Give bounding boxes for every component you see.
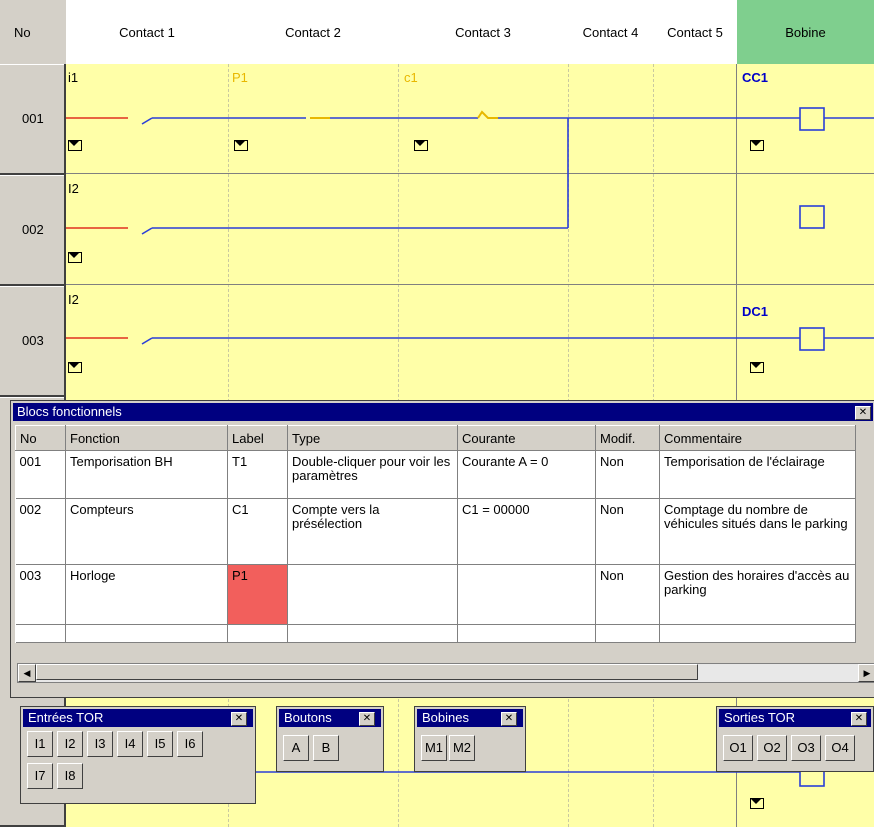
- col-header-modif[interactable]: Modif.: [595, 425, 660, 451]
- button-b[interactable]: B: [313, 735, 339, 761]
- output-button-o1[interactable]: O1: [723, 735, 753, 761]
- table-row[interactable]: 002 Compteurs C1 Compte vers la présélec…: [15, 498, 856, 565]
- col-header-fonction[interactable]: Fonction: [65, 425, 228, 451]
- col-header-type[interactable]: Type: [287, 425, 458, 451]
- row-number[interactable]: 002: [0, 175, 66, 286]
- header-coil[interactable]: Bobine: [737, 0, 874, 65]
- cell-fonction: Compteurs: [65, 498, 228, 565]
- cell-courante: [457, 564, 596, 625]
- toolbar-boutons: Boutons ✕ A B: [276, 706, 384, 772]
- cell-fonction: Horloge: [65, 564, 228, 625]
- cell-no: 002: [15, 498, 66, 565]
- cell-no: 001: [15, 450, 66, 499]
- close-icon[interactable]: ✕: [851, 712, 867, 726]
- cell-commentaire[interactable]: Temporisation de l'éclairage: [659, 450, 856, 499]
- scroll-thumb[interactable]: [36, 664, 698, 680]
- input-button-i8[interactable]: I8: [57, 763, 83, 789]
- toolbar-bobines: Bobines ✕ M1 M2: [414, 706, 526, 772]
- input-button-i4[interactable]: I4: [117, 731, 143, 757]
- cell-modif: Non: [595, 498, 660, 565]
- cell-modif: Non: [595, 564, 660, 625]
- cell-modif: Non: [595, 450, 660, 499]
- output-button-o3[interactable]: O3: [791, 735, 821, 761]
- cell-label[interactable]: T1: [227, 450, 288, 499]
- table-header-row: No Fonction Label Type Courante Modif. C…: [15, 425, 856, 451]
- table-row[interactable]: 001 Temporisation BH T1 Double-cliquer p…: [15, 450, 856, 499]
- col-header-label[interactable]: Label: [227, 425, 288, 451]
- cell-courante: Courante A = 0: [457, 450, 596, 499]
- toolbar-title: Sorties TOR: [719, 709, 871, 727]
- col-header-no[interactable]: No: [15, 425, 66, 451]
- toolbar-title: Entrées TOR: [23, 709, 253, 727]
- toolbar-sorties-tor: Sorties TOR ✕ O1 O2 O3 O4: [716, 706, 874, 772]
- header-contact-2[interactable]: Contact 2: [228, 0, 399, 65]
- cell-type[interactable]: Compte vers la présélection: [287, 498, 458, 565]
- table-row[interactable]: 003 Horloge P1 Non Gestion des horaires …: [15, 564, 856, 625]
- toolbar-entrees-tor: Entrées TOR ✕ I1 I2 I3 I4 I5 I6 I7 I8: [20, 706, 256, 804]
- cell-type[interactable]: Double-cliquer pour voir les paramètres: [287, 450, 458, 499]
- header-contact-1[interactable]: Contact 1: [66, 0, 229, 65]
- header-contact-5[interactable]: Contact 5: [653, 0, 738, 65]
- row-number[interactable]: 003: [0, 286, 66, 397]
- row-number[interactable]: 001: [0, 64, 66, 175]
- input-button-i2[interactable]: I2: [57, 731, 83, 757]
- cell-fonction: Temporisation BH: [65, 450, 228, 499]
- header-contact-3[interactable]: Contact 3: [398, 0, 569, 65]
- close-icon[interactable]: ✕: [855, 406, 871, 420]
- blocs-table: No Fonction Label Type Courante Modif. C…: [15, 425, 856, 643]
- cell-commentaire[interactable]: Comptage du nombre de véhicules situés d…: [659, 498, 856, 565]
- input-button-i1[interactable]: I1: [27, 731, 53, 757]
- horizontal-scrollbar[interactable]: ◀ ▶: [17, 663, 874, 683]
- close-icon[interactable]: ✕: [501, 712, 517, 726]
- coil-button-m2[interactable]: M2: [449, 735, 475, 761]
- cell-no: 003: [15, 564, 66, 625]
- cell-label-highlighted[interactable]: P1: [227, 564, 288, 625]
- button-a[interactable]: A: [283, 735, 309, 761]
- header-contact-4[interactable]: Contact 4: [568, 0, 654, 65]
- cell-type[interactable]: [287, 564, 458, 625]
- table-row-empty[interactable]: [15, 624, 856, 643]
- input-button-i6[interactable]: I6: [177, 731, 203, 757]
- input-button-i5[interactable]: I5: [147, 731, 173, 757]
- output-button-o2[interactable]: O2: [757, 735, 787, 761]
- col-header-commentaire[interactable]: Commentaire: [659, 425, 856, 451]
- cell-commentaire[interactable]: Gestion des horaires d'accès au parking: [659, 564, 856, 625]
- blocs-fonctionnels-window: Blocs fonctionnels ✕ No Fonction Label T…: [10, 400, 874, 698]
- coil-button-m1[interactable]: M1: [421, 735, 447, 761]
- close-icon[interactable]: ✕: [359, 712, 375, 726]
- input-button-i3[interactable]: I3: [87, 731, 113, 757]
- input-button-i7[interactable]: I7: [27, 763, 53, 789]
- close-icon[interactable]: ✕: [231, 712, 247, 726]
- col-header-courante[interactable]: Courante: [457, 425, 596, 451]
- output-button-o4[interactable]: O4: [825, 735, 855, 761]
- scroll-right-icon[interactable]: ▶: [858, 664, 874, 682]
- window-title: Blocs fonctionnels: [13, 403, 873, 421]
- scroll-left-icon[interactable]: ◀: [18, 664, 36, 682]
- cell-label[interactable]: C1: [227, 498, 288, 565]
- cell-courante: C1 = 00000: [457, 498, 596, 565]
